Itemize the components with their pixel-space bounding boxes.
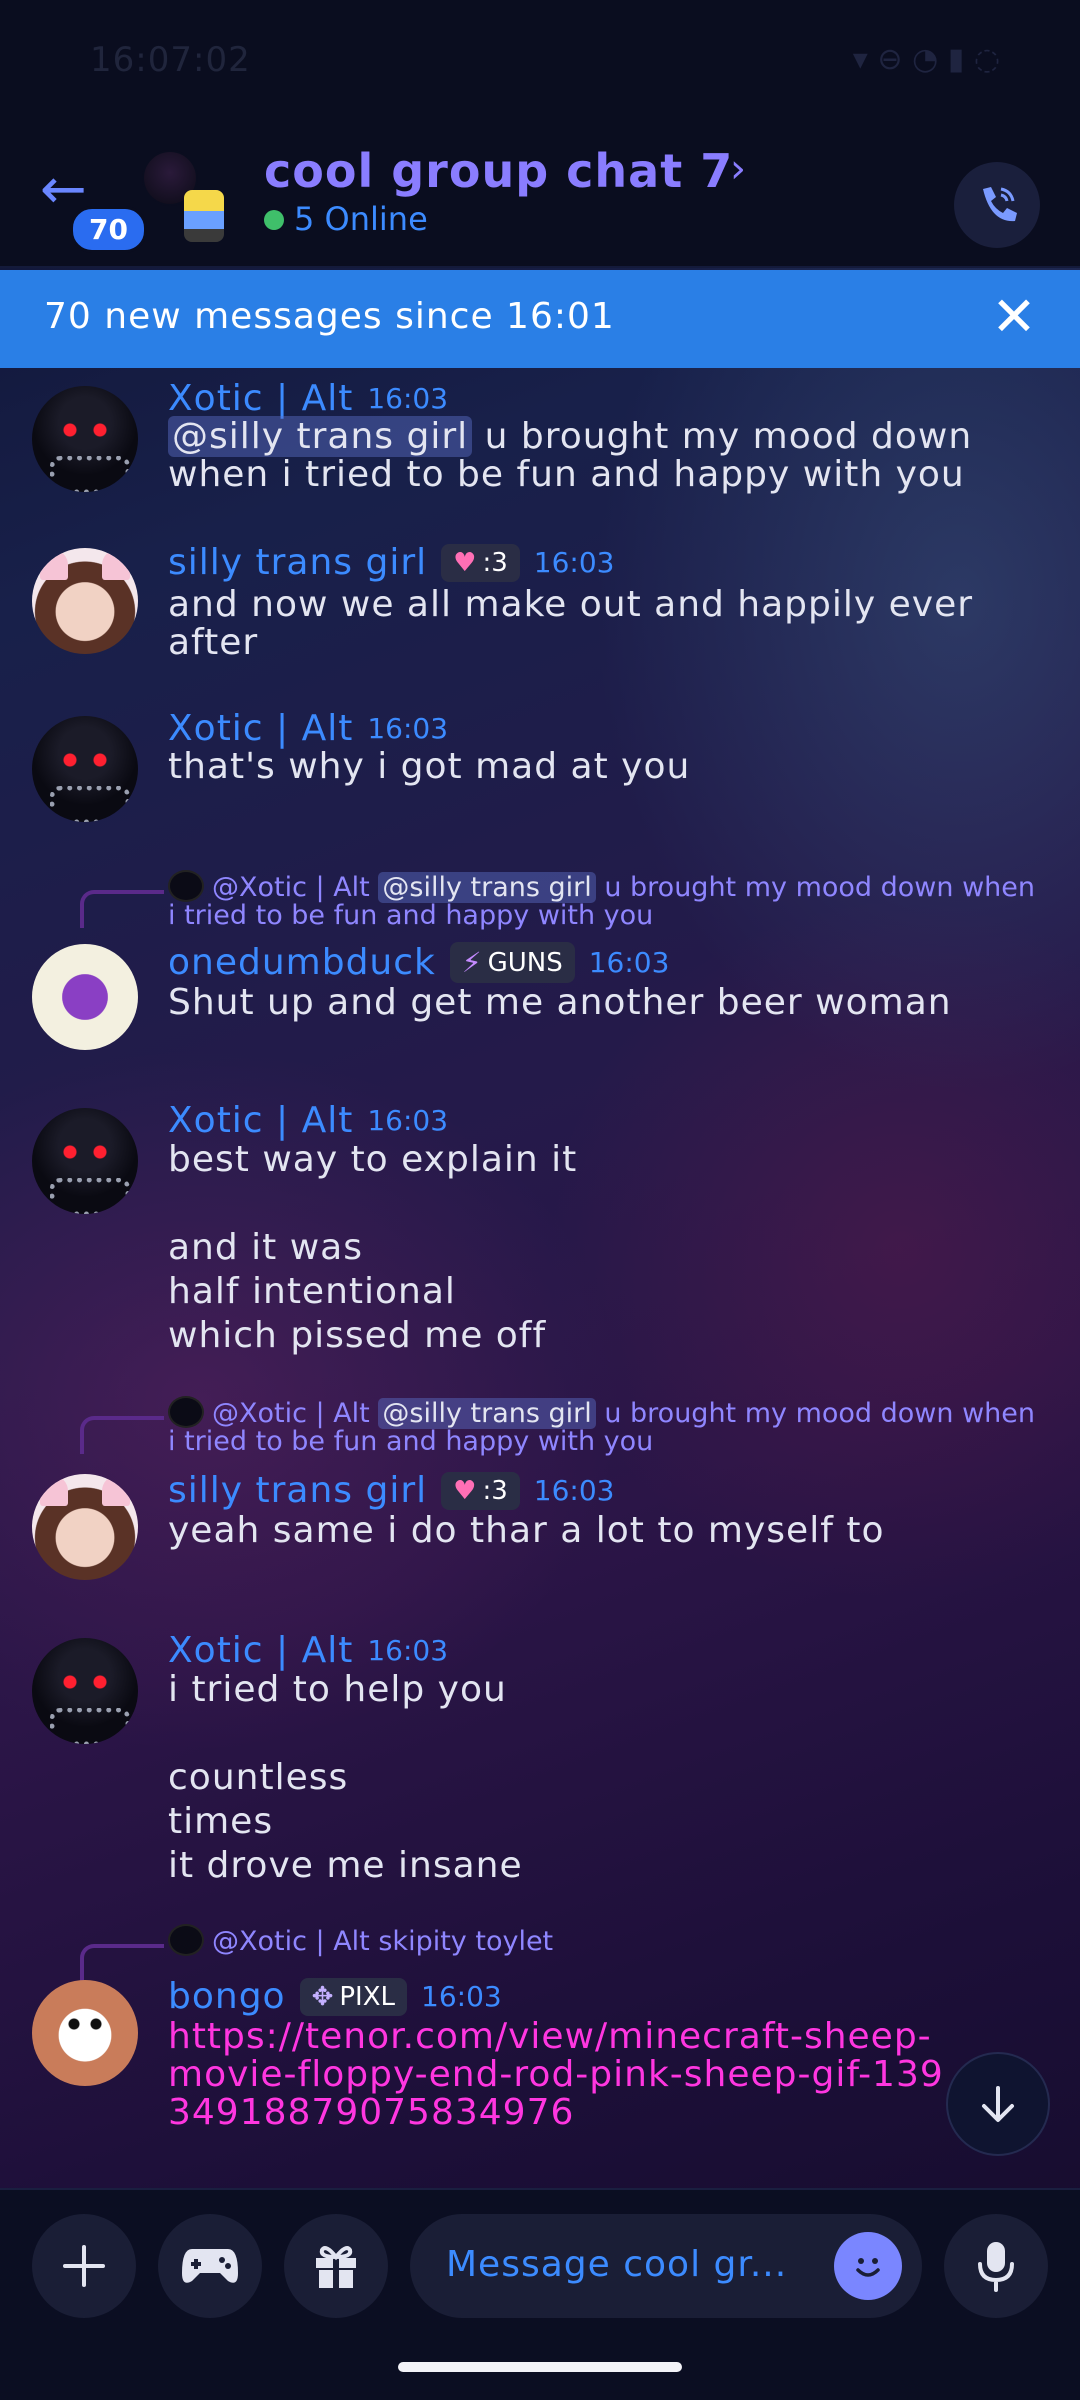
message-input-placeholder: Message cool gr... [446, 2244, 788, 2285]
timestamp: 16:03 [367, 1634, 449, 1667]
reply-connector [80, 1944, 164, 1982]
reply-avatar [168, 870, 204, 902]
online-count: 5 Online [294, 200, 428, 238]
activities-button[interactable] [158, 2214, 262, 2318]
author-name[interactable]: silly trans girl [168, 542, 427, 583]
chat-header: ← 70 cool group chat 7 › 5 Online [0, 120, 1080, 268]
gift-button[interactable] [284, 2214, 388, 2318]
author-name[interactable]: silly trans girl [168, 1470, 427, 1511]
message-header: Xotic | Alt 16:03 [168, 378, 448, 419]
pixel-icon: ✥ [311, 1981, 334, 2012]
author-name[interactable]: Xotic | Alt [168, 1100, 353, 1141]
gamepad-icon [182, 2249, 238, 2283]
reply-preview[interactable]: @Xotic | Alt @silly trans girl u brought… [168, 1396, 1048, 1456]
reply-author: @Xotic | Alt [212, 1926, 370, 1957]
role-tag: ⚡ GUNS [449, 942, 575, 983]
new-messages-text: 70 new messages since 16:01 [44, 296, 615, 337]
reply-mention: @silly trans girl [378, 1398, 596, 1429]
reply-preview[interactable]: @Xotic | Alt @silly trans girl u brought… [168, 870, 1048, 930]
reply-avatar [168, 1396, 204, 1428]
role-tag: ✥ PIXL [299, 1977, 408, 2016]
unread-badge: 70 [70, 206, 147, 253]
group-avatar[interactable] [142, 150, 226, 242]
message-text: best way to explain it and it was half i… [168, 1139, 578, 1356]
message-text: Shut up and get me another beer woman [168, 982, 952, 1023]
author-name[interactable]: Xotic | Alt [168, 1630, 353, 1671]
lightning-icon: ⚡ [461, 946, 482, 979]
message-header: Xotic | Alt 16:03 [168, 1100, 448, 1141]
role-tag-label: GUNS [487, 947, 563, 978]
reply-preview[interactable]: @Xotic | Alt skipity toylet [168, 1924, 1048, 1956]
reply-connector [80, 890, 164, 928]
new-messages-banner[interactable]: 70 new messages since 16:01 ✕ [0, 270, 1080, 368]
avatar[interactable] [32, 1108, 138, 1214]
emoji-button[interactable] [834, 2232, 902, 2300]
role-tag: ♥:3 [441, 543, 520, 582]
timestamp: 16:03 [367, 712, 449, 745]
role-tag: ♥:3 [441, 1471, 520, 1510]
author-name[interactable]: Xotic | Alt [168, 378, 353, 419]
timestamp: 16:03 [367, 1104, 449, 1137]
voice-call-button[interactable] [954, 162, 1040, 248]
timestamp: 16:03 [533, 546, 615, 579]
message-header: Xotic | Alt 16:03 [168, 708, 448, 749]
author-name[interactable]: bongo [168, 1976, 286, 2017]
message-text: and now we all make out and happily ever… [168, 584, 974, 663]
user-mention[interactable]: @silly trans girl [168, 416, 473, 457]
message-header: silly trans girl ♥:3 16:03 [168, 1470, 615, 1511]
message-text: @silly trans girl u brought my mood down… [168, 416, 1048, 494]
message-header: Xotic | Alt 16:03 [168, 1630, 448, 1671]
reply-author: @Xotic | Alt [212, 872, 370, 903]
message-header: onedumbduck ⚡ GUNS 16:03 [168, 942, 669, 983]
status-time: 16:07:02 [90, 40, 251, 80]
message-text: i tried to help you countless times it d… [168, 1669, 523, 1886]
role-tag-label: PIXL [339, 1981, 396, 2012]
message-input[interactable]: Message cool gr... [410, 2214, 922, 2318]
avatar[interactable] [32, 386, 138, 492]
attach-button[interactable] [32, 2214, 136, 2318]
chevron-right-icon[interactable]: › [730, 146, 746, 192]
heart-icon: ♥ [453, 1475, 477, 1506]
arrow-down-icon [982, 2086, 1014, 2122]
close-icon[interactable]: ✕ [986, 290, 1042, 346]
author-name[interactable]: Xotic | Alt [168, 708, 353, 749]
status-icons: ▾ ⊖ ◔ ▮ ◌ [852, 42, 1000, 77]
gift-icon [316, 2246, 356, 2288]
message-text: that's why i got mad at you [168, 746, 691, 787]
microphone-icon [978, 2242, 1014, 2292]
message-text: yeah same i do thar a lot to myself to [168, 1510, 885, 1551]
reply-connector [80, 1416, 164, 1454]
message-header: bongo ✥ PIXL 16:03 [168, 1976, 502, 2017]
avatar[interactable] [32, 1638, 138, 1744]
timestamp: 16:03 [367, 382, 449, 415]
reply-mention: @silly trans girl [378, 872, 596, 903]
avatar[interactable] [32, 1980, 138, 2086]
reply-avatar [168, 1924, 204, 1956]
status-bar: 16:07:02 ▾ ⊖ ◔ ▮ ◌ [0, 0, 1080, 120]
phone-call-icon [983, 187, 1017, 222]
smile-icon [856, 2258, 880, 2277]
timestamp: 16:03 [588, 946, 670, 979]
avatar[interactable] [32, 548, 138, 654]
avatar[interactable] [32, 716, 138, 822]
jump-to-bottom-button[interactable] [946, 2052, 1050, 2156]
reply-author: @Xotic | Alt [212, 1398, 370, 1429]
plus-icon [63, 2245, 105, 2287]
online-status-dot [264, 210, 284, 230]
chat-title[interactable]: cool group chat 7 [264, 144, 733, 198]
member-avatar [184, 190, 224, 242]
author-name[interactable]: onedumbduck [168, 942, 436, 983]
avatar[interactable] [32, 944, 138, 1050]
home-indicator[interactable] [398, 2362, 682, 2372]
timestamp: 16:03 [421, 1980, 502, 2013]
message-link[interactable]: https://tenor.com/view/minecraft-sheep-m… [168, 2018, 948, 2132]
role-tag-label: :3 [482, 1475, 508, 1506]
reply-text: skipity toylet [369, 1926, 554, 1957]
heart-icon: ♥ [453, 547, 477, 578]
voice-message-button[interactable] [944, 2214, 1048, 2318]
message-header: silly trans girl ♥:3 16:03 [168, 542, 615, 583]
timestamp: 16:03 [533, 1474, 615, 1507]
role-tag-label: :3 [482, 547, 508, 578]
avatar[interactable] [32, 1474, 138, 1580]
